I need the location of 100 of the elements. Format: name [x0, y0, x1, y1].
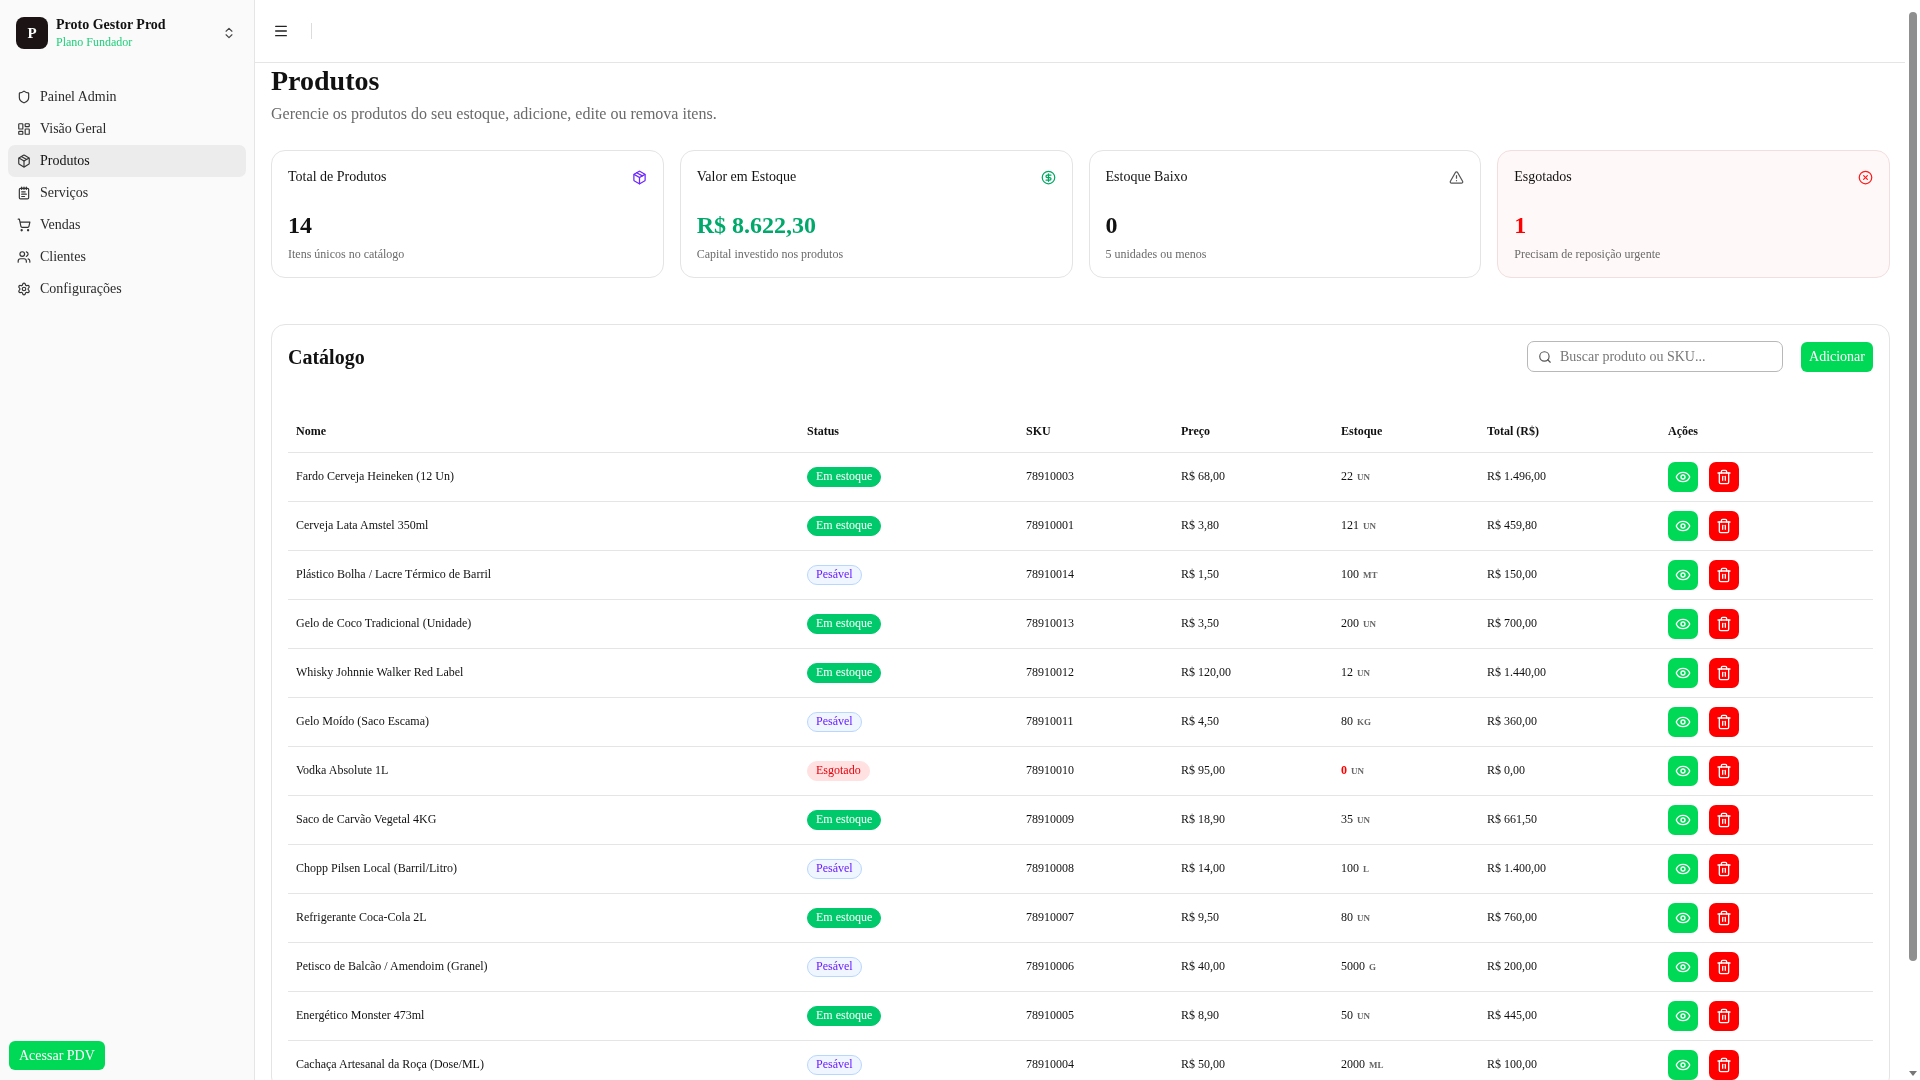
sku-text: 78910011: [1026, 714, 1074, 728]
total-text: R$ 459,80: [1487, 518, 1537, 532]
dashboard-icon: [17, 122, 31, 136]
stock-quantity: 100: [1341, 567, 1359, 581]
status-badge: Pesável: [807, 564, 862, 585]
sku-text: 78910001: [1026, 518, 1074, 532]
menu-button[interactable]: [273, 23, 289, 39]
status-badge: Em estoque: [807, 515, 882, 536]
trash-icon: [1716, 566, 1732, 583]
stock-unit: UN: [1357, 815, 1370, 825]
delete-button[interactable]: [1709, 951, 1739, 982]
product-name: Refrigerante Coca-Cola 2L: [296, 910, 427, 924]
total-text: R$ 700,00: [1487, 616, 1537, 630]
shield-icon: [17, 90, 31, 104]
stock-quantity: 2000: [1341, 1057, 1365, 1071]
stock-quantity: 121: [1341, 518, 1359, 532]
stat-value: 0: [1105, 211, 1119, 240]
stat-caption: Itens únicos no catálogo: [288, 247, 406, 262]
product-name: Vodka Absolute 1L: [296, 763, 389, 777]
product-name: Cachaça Artesanal da Roça (Dose/ML): [296, 1057, 484, 1071]
search-icon: [1538, 350, 1552, 364]
menu-icon: [273, 23, 289, 39]
delete-button[interactable]: [1709, 510, 1739, 541]
scrollbar-thumb[interactable]: [1908, 12, 1917, 961]
price-text: R$ 9,50: [1181, 910, 1219, 924]
price-text: R$ 3,50: [1181, 616, 1219, 630]
delete-button[interactable]: [1709, 853, 1739, 884]
stock-unit: L: [1363, 864, 1369, 874]
status-badge: Em estoque: [807, 1005, 882, 1026]
stock-unit: KG: [1357, 717, 1371, 727]
stat-caption: Capital investido nos produtos: [696, 247, 845, 262]
notepad-icon: [17, 186, 31, 200]
stock-quantity: 0: [1341, 763, 1347, 777]
sku-text: 78910004: [1026, 1057, 1074, 1071]
product-name: Gelo Moído (Saco Escama): [296, 714, 429, 728]
trash-icon: [1716, 1007, 1732, 1024]
delete-button[interactable]: [1709, 608, 1739, 639]
trash-icon: [1716, 664, 1732, 681]
price-text: R$ 40,00: [1181, 959, 1225, 973]
delete-button[interactable]: [1709, 804, 1739, 835]
cube-icon: [631, 169, 647, 185]
price-text: R$ 14,00: [1181, 861, 1225, 875]
stat-caption: Precisam de reposição urgente: [1514, 247, 1662, 262]
trash-icon: [1716, 811, 1732, 828]
stock-quantity: 5000: [1341, 959, 1365, 973]
delete-button[interactable]: [1709, 461, 1739, 492]
delete-button[interactable]: [1709, 657, 1739, 688]
total-text: R$ 100,00: [1487, 1057, 1537, 1071]
status-badge: Esgotado: [807, 760, 870, 781]
sidebar-item[interactable]: Produtos: [8, 145, 246, 177]
status-badge: Em estoque: [807, 613, 882, 634]
status-badge: Em estoque: [807, 466, 882, 487]
delete-button[interactable]: [1709, 902, 1739, 933]
stock-unit: G: [1369, 962, 1376, 972]
status-badge: Pesável: [807, 711, 862, 732]
brand-name: Proto Gestor Prod: [56, 16, 166, 33]
stock-unit: UN: [1363, 619, 1376, 629]
caret-down-icon[interactable]: [1908, 1071, 1917, 1076]
sku-text: 78910006: [1026, 959, 1074, 973]
total-text: R$ 150,00: [1487, 567, 1537, 581]
price-text: R$ 120,00: [1181, 665, 1231, 679]
sku-text: 78910014: [1026, 567, 1074, 581]
product-name: Gelo de Coco Tradicional (Unidade): [296, 616, 472, 630]
status-badge: Em estoque: [807, 907, 882, 928]
status-badge: Pesável: [807, 1054, 862, 1075]
stat-value: R$ 8.622,30: [696, 211, 818, 240]
dollar-circle-icon: [1040, 169, 1056, 185]
trash-icon: [1716, 713, 1732, 730]
product-name: Petisco de Balcão / Amendoim (Granel): [296, 959, 488, 973]
total-text: R$ 360,00: [1487, 714, 1537, 728]
warning-triangle-icon: [1449, 169, 1465, 185]
delete-button[interactable]: [1709, 1000, 1739, 1031]
trash-icon: [1716, 615, 1732, 632]
brand-logo: P: [16, 17, 48, 49]
product-name: Plástico Bolha / Lacre Térmico de Barril: [296, 567, 492, 581]
trash-icon: [1716, 909, 1732, 926]
column-header: Status: [807, 424, 839, 439]
settings-icon: [17, 282, 31, 296]
total-text: R$ 200,00: [1487, 959, 1537, 973]
delete-button[interactable]: [1709, 559, 1739, 590]
trash-icon: [1716, 468, 1732, 485]
trash-icon: [1716, 958, 1732, 975]
users-icon: [17, 250, 31, 264]
delete-button[interactable]: [1709, 706, 1739, 737]
sku-text: 78910008: [1026, 861, 1074, 875]
delete-button[interactable]: [1709, 1049, 1739, 1080]
product-name: Whisky Johnnie Walker Red Label: [296, 665, 464, 679]
sku-text: 78910005: [1026, 1008, 1074, 1022]
stock-unit: UN: [1357, 1011, 1370, 1021]
search-field[interactable]: Buscar produto ou SKU...: [1527, 341, 1783, 372]
delete-button[interactable]: [1709, 755, 1739, 786]
price-text: R$ 8,90: [1181, 1008, 1219, 1022]
stock-unit: UN: [1357, 913, 1370, 923]
page-title: Produtos: [271, 64, 381, 98]
column-header: Estoque: [1341, 424, 1383, 439]
total-text: R$ 0,00: [1487, 763, 1525, 777]
x-circle-icon: [1858, 169, 1873, 185]
column-header: Nome: [296, 424, 326, 439]
sku-text: 78910013: [1026, 616, 1074, 630]
stat-title: Esgotados: [1514, 168, 1572, 186]
